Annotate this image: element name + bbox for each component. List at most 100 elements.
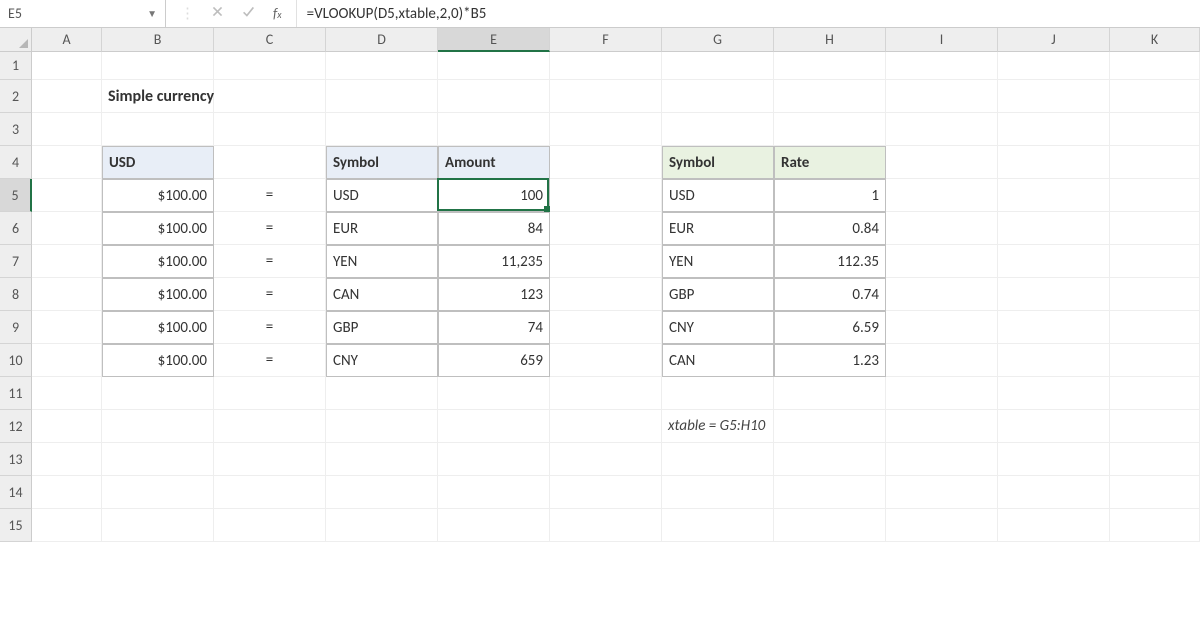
cell-D2[interactable] bbox=[326, 80, 438, 113]
row-header-11[interactable]: 11 bbox=[0, 377, 32, 410]
row-header-14[interactable]: 14 bbox=[0, 476, 32, 509]
cell-B11[interactable] bbox=[102, 377, 214, 410]
cell-A7[interactable] bbox=[32, 245, 102, 278]
cell-A3[interactable] bbox=[32, 113, 102, 146]
cell-K2[interactable] bbox=[1110, 80, 1200, 113]
cell-H14[interactable] bbox=[774, 476, 886, 509]
cell-C1[interactable] bbox=[214, 52, 326, 80]
row-header-10[interactable]: 10 bbox=[0, 344, 32, 377]
cell-J9[interactable] bbox=[998, 311, 1110, 344]
cell-E9[interactable]: 74 bbox=[438, 311, 550, 344]
cell-D7[interactable]: YEN bbox=[326, 245, 438, 278]
cell-K14[interactable] bbox=[1110, 476, 1200, 509]
cell-D10[interactable]: CNY bbox=[326, 344, 438, 377]
cell-A6[interactable] bbox=[32, 212, 102, 245]
cell-J8[interactable] bbox=[998, 278, 1110, 311]
cell-G4[interactable]: Symbol bbox=[662, 146, 774, 179]
cell-F2[interactable] bbox=[550, 80, 662, 113]
select-all-corner[interactable] bbox=[0, 28, 32, 52]
row-header-12[interactable]: 12 bbox=[0, 410, 32, 443]
cell-I6[interactable] bbox=[886, 212, 998, 245]
cell-K1[interactable] bbox=[1110, 52, 1200, 80]
cell-H3[interactable] bbox=[774, 113, 886, 146]
cell-A15[interactable] bbox=[32, 509, 102, 542]
col-header-B[interactable]: B bbox=[102, 28, 214, 52]
cell-F12[interactable] bbox=[550, 410, 662, 443]
cell-C4[interactable] bbox=[214, 146, 326, 179]
row-header-1[interactable]: 1 bbox=[0, 52, 32, 80]
cell-E11[interactable] bbox=[438, 377, 550, 410]
cell-J12[interactable] bbox=[998, 410, 1110, 443]
cell-B5[interactable]: $100.00 bbox=[102, 179, 214, 212]
cell-E8[interactable]: 123 bbox=[438, 278, 550, 311]
cell-I4[interactable] bbox=[886, 146, 998, 179]
cell-C14[interactable] bbox=[214, 476, 326, 509]
cell-H13[interactable] bbox=[774, 443, 886, 476]
cell-F5[interactable] bbox=[550, 179, 662, 212]
cell-E14[interactable] bbox=[438, 476, 550, 509]
cell-B8[interactable]: $100.00 bbox=[102, 278, 214, 311]
cell-B2[interactable]: Simple currency conversion bbox=[102, 80, 214, 113]
cell-F6[interactable] bbox=[550, 212, 662, 245]
cell-A5[interactable] bbox=[32, 179, 102, 212]
col-header-K[interactable]: K bbox=[1110, 28, 1200, 52]
cell-A11[interactable] bbox=[32, 377, 102, 410]
cell-K10[interactable] bbox=[1110, 344, 1200, 377]
cell-G8[interactable]: GBP bbox=[662, 278, 774, 311]
cell-H15[interactable] bbox=[774, 509, 886, 542]
cell-B9[interactable]: $100.00 bbox=[102, 311, 214, 344]
cell-A4[interactable] bbox=[32, 146, 102, 179]
cell-K11[interactable] bbox=[1110, 377, 1200, 410]
cell-A2[interactable] bbox=[32, 80, 102, 113]
cell-H5[interactable]: 1 bbox=[774, 179, 886, 212]
cell-E12[interactable] bbox=[438, 410, 550, 443]
cell-I14[interactable] bbox=[886, 476, 998, 509]
cell-I13[interactable] bbox=[886, 443, 998, 476]
cell-F14[interactable] bbox=[550, 476, 662, 509]
cell-I9[interactable] bbox=[886, 311, 998, 344]
cell-H1[interactable] bbox=[774, 52, 886, 80]
cell-A13[interactable] bbox=[32, 443, 102, 476]
cell-J1[interactable] bbox=[998, 52, 1110, 80]
cell-H7[interactable]: 112.35 bbox=[774, 245, 886, 278]
row-header-9[interactable]: 9 bbox=[0, 311, 32, 344]
cell-J10[interactable] bbox=[998, 344, 1110, 377]
cell-B4[interactable]: USD bbox=[102, 146, 214, 179]
cell-K5[interactable] bbox=[1110, 179, 1200, 212]
cell-D9[interactable]: GBP bbox=[326, 311, 438, 344]
cell-D15[interactable] bbox=[326, 509, 438, 542]
cell-J14[interactable] bbox=[998, 476, 1110, 509]
cell-G7[interactable]: YEN bbox=[662, 245, 774, 278]
cell-K15[interactable] bbox=[1110, 509, 1200, 542]
enter-icon[interactable] bbox=[242, 5, 255, 23]
cell-C2[interactable] bbox=[214, 80, 326, 113]
cell-I2[interactable] bbox=[886, 80, 998, 113]
cancel-icon[interactable] bbox=[211, 5, 224, 23]
cell-F7[interactable] bbox=[550, 245, 662, 278]
col-header-E[interactable]: E bbox=[438, 28, 550, 52]
cell-A9[interactable] bbox=[32, 311, 102, 344]
row-header-3[interactable]: 3 bbox=[0, 113, 32, 146]
cell-C6[interactable]: = bbox=[214, 212, 326, 245]
cell-K12[interactable] bbox=[1110, 410, 1200, 443]
cell-D12[interactable] bbox=[326, 410, 438, 443]
cell-A8[interactable] bbox=[32, 278, 102, 311]
cell-F8[interactable] bbox=[550, 278, 662, 311]
cell-I5[interactable] bbox=[886, 179, 998, 212]
cell-G9[interactable]: CNY bbox=[662, 311, 774, 344]
col-header-C[interactable]: C bbox=[214, 28, 326, 52]
cell-F11[interactable] bbox=[550, 377, 662, 410]
cell-D8[interactable]: CAN bbox=[326, 278, 438, 311]
cell-B12[interactable] bbox=[102, 410, 214, 443]
row-header-5[interactable]: 5 bbox=[0, 179, 32, 212]
cell-B15[interactable] bbox=[102, 509, 214, 542]
cell-G3[interactable] bbox=[662, 113, 774, 146]
cell-D6[interactable]: EUR bbox=[326, 212, 438, 245]
cell-G6[interactable]: EUR bbox=[662, 212, 774, 245]
cell-I15[interactable] bbox=[886, 509, 998, 542]
cell-E7[interactable]: 11,235 bbox=[438, 245, 550, 278]
cell-H9[interactable]: 6.59 bbox=[774, 311, 886, 344]
cell-F4[interactable] bbox=[550, 146, 662, 179]
cell-K6[interactable] bbox=[1110, 212, 1200, 245]
name-box[interactable]: E5 ▼ bbox=[0, 0, 166, 27]
